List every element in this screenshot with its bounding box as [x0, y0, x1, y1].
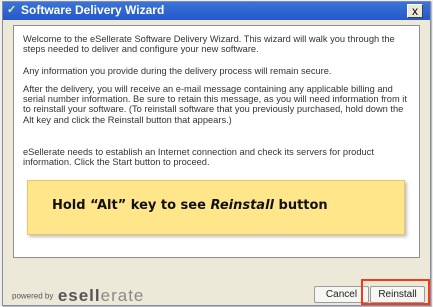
callout-prefix: Hold “Alt” key to see: [52, 198, 211, 213]
close-button[interactable]: x: [407, 4, 423, 18]
reinstall-info-text: After the delivery, you will receive an …: [23, 84, 407, 125]
callout-emphasis: Reinstall: [210, 198, 274, 213]
brand-part-1: esell: [57, 286, 101, 305]
callout-text: Hold “Alt” key to see Reinstall button: [52, 198, 328, 213]
reinstall-highlight-box: [361, 279, 430, 305]
check-icon: ✓: [7, 4, 17, 16]
alt-key-callout: Hold “Alt” key to see Reinstall button: [27, 180, 405, 235]
callout-suffix: button: [273, 198, 328, 213]
powered-by-text: powered by: [12, 291, 54, 301]
eSellerate-logo: powered by esellerate: [12, 286, 145, 305]
window-title: Software Delivery Wizard: [21, 3, 165, 17]
brand-part-2: erate: [100, 286, 145, 305]
connection-info-text: eSellerate needs to establish an Interne…: [23, 147, 374, 168]
title-bar[interactable]: ✓ Software Delivery Wizard x: [3, 2, 430, 20]
security-text: Any information you provide during the d…: [23, 66, 332, 76]
software-delivery-wizard-window: ✓ Software Delivery Wizard x Welcome to …: [2, 1, 431, 306]
brand-name: esellerate: [58, 286, 145, 305]
welcome-text: Welcome to the eSellerate Software Deliv…: [23, 34, 395, 55]
